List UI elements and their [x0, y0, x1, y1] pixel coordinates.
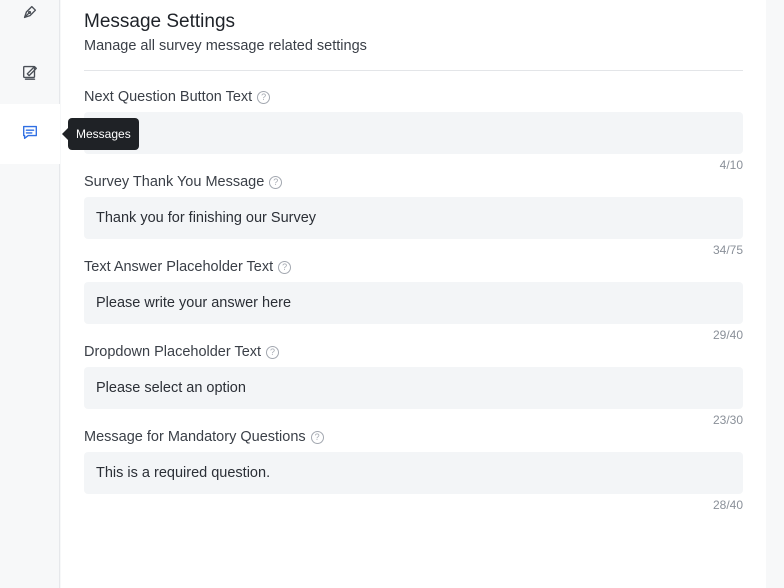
next-question-button-text-input[interactable]	[84, 112, 743, 154]
survey-thank-you-message-input[interactable]	[84, 197, 743, 239]
sidebar-item-design[interactable]	[0, 44, 60, 104]
field-label: Text Answer Placeholder Text	[84, 259, 274, 275]
page-subtitle: Manage all survey message related settin…	[84, 38, 367, 54]
char-count: 29/40	[712, 328, 743, 342]
sidebar-rail	[0, 0, 60, 588]
field-label: Next Question Button Text	[84, 89, 253, 105]
tooltip-messages: Messages	[62, 118, 139, 150]
field-label: Dropdown Placeholder Text	[84, 344, 262, 360]
help-icon[interactable]: ?	[310, 430, 324, 444]
divider	[84, 70, 743, 71]
help-icon[interactable]: ?	[269, 175, 283, 189]
char-count: 28/40	[712, 498, 743, 512]
help-icon[interactable]: ?	[278, 260, 292, 274]
field-survey-thank-you-message: Survey Thank You Message ? 34/75	[84, 172, 743, 257]
message-icon	[21, 123, 39, 146]
field-text-answer-placeholder: Text Answer Placeholder Text ? 29/40	[84, 257, 743, 342]
help-icon[interactable]: ?	[257, 90, 271, 104]
field-next-question-button-text: Next Question Button Text ? 4/10	[84, 87, 743, 172]
dropdown-placeholder-input[interactable]	[84, 367, 743, 409]
pen-icon	[21, 3, 39, 26]
field-mandatory-question-message: Message for Mandatory Questions ? 28/40	[84, 427, 743, 512]
page-title: Message Settings	[84, 11, 236, 32]
help-icon[interactable]: ?	[266, 345, 280, 359]
sidebar-item-messages[interactable]	[0, 104, 60, 164]
design-icon	[21, 63, 39, 86]
sidebar-item-edit[interactable]	[0, 0, 60, 44]
char-count: 23/30	[712, 413, 743, 427]
char-count: 34/75	[712, 243, 743, 257]
field-dropdown-placeholder: Dropdown Placeholder Text ? 23/30	[84, 342, 743, 427]
char-count: 4/10	[719, 158, 743, 172]
field-label: Message for Mandatory Questions	[84, 429, 306, 445]
text-answer-placeholder-input[interactable]	[84, 282, 743, 324]
mandatory-question-message-input[interactable]	[84, 452, 743, 494]
settings-panel: Message Settings Manage all survey messa…	[61, 0, 766, 588]
field-label: Survey Thank You Message	[84, 174, 265, 190]
